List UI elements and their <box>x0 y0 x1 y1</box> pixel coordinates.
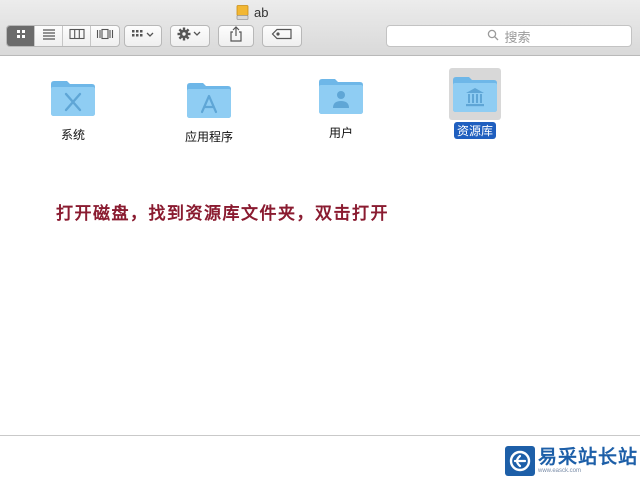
tag-button[interactable] <box>262 25 302 47</box>
cover-flow-view-button[interactable] <box>91 26 119 46</box>
folder-users-icon <box>315 70 367 122</box>
folder-applications-icon <box>183 74 235 126</box>
watermark: 易采站长站 www.easck.com <box>504 444 638 478</box>
view-mode-control <box>6 25 120 47</box>
title-bar: ab 搜索 <box>0 0 640 56</box>
list-view-button[interactable] <box>35 26 63 46</box>
tag-icon <box>271 27 293 45</box>
folder-label: 系统 <box>60 128 85 142</box>
icon-view-button[interactable] <box>7 26 35 46</box>
folder-item-library[interactable]: 资源库 <box>430 68 520 140</box>
list-icon <box>42 27 56 45</box>
folder-item-system[interactable]: 系统 <box>28 72 118 144</box>
folder-library-icon <box>449 68 501 120</box>
action-button[interactable] <box>170 25 210 47</box>
folder-label: 用户 <box>328 126 353 140</box>
instruction-text: 打开磁盘，找到资源库文件夹，双击打开 <box>56 204 389 223</box>
watermark-logo-icon <box>504 446 535 476</box>
share-icon <box>229 25 243 47</box>
coverflow-icon <box>96 27 114 45</box>
folder-label: 应用程序 <box>184 130 233 144</box>
grid-icon <box>15 27 27 45</box>
search-icon <box>487 29 499 44</box>
arrange-icon <box>131 27 155 45</box>
gear-icon <box>177 27 203 46</box>
folder-item-users[interactable]: 用户 <box>296 70 386 142</box>
folder-system-icon <box>47 72 99 124</box>
share-button[interactable] <box>218 25 254 47</box>
arrange-button[interactable] <box>124 25 162 47</box>
watermark-name: 易采站长站 <box>537 447 638 468</box>
drive-icon <box>236 4 249 20</box>
columns-icon <box>68 27 85 45</box>
column-view-button[interactable] <box>63 26 91 46</box>
folder-label: 资源库 <box>453 122 496 139</box>
window-title-text: ab <box>254 4 269 20</box>
search-field[interactable]: 搜索 <box>386 25 632 47</box>
window-title: ab <box>236 3 268 21</box>
search-placeholder: 搜索 <box>504 29 531 45</box>
watermark-url: www.easck.com <box>537 468 581 474</box>
watermark-text: 易采站长站 www.easck.com <box>538 448 638 474</box>
finder-window: ab 搜索 系统 应用程序 用户 资源库 打开磁盘，找到资源库文件夹，双击打开 <box>0 0 640 436</box>
folder-item-applications[interactable]: 应用程序 <box>164 74 254 146</box>
